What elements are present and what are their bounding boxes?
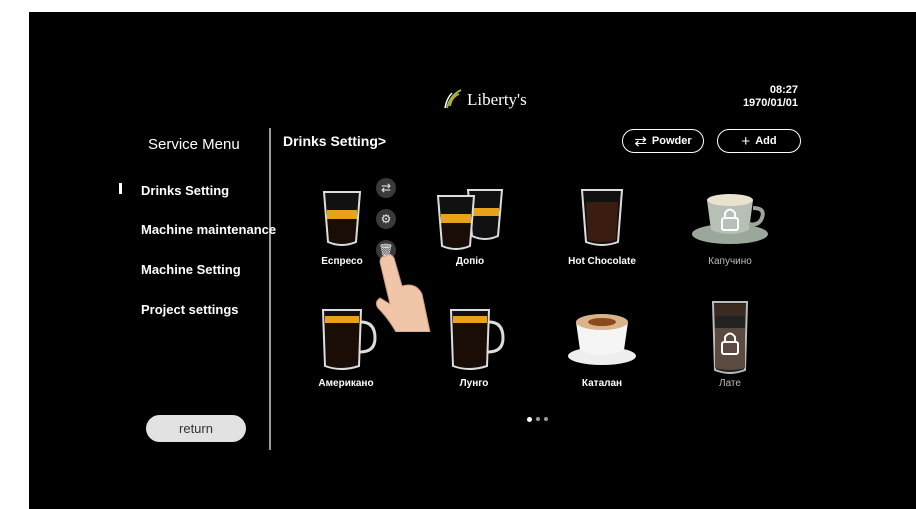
sidebar-title: Service Menu: [148, 136, 240, 153]
catalan-cup-icon: [568, 314, 636, 365]
return-button[interactable]: return: [146, 415, 246, 442]
latte-glass-locked-icon: [711, 301, 749, 374]
drink-tile-latte[interactable]: Лате: [680, 298, 780, 389]
page-dot-active[interactable]: [527, 417, 532, 422]
doppio-glasses-icon: [436, 189, 504, 250]
brand-name: Liberty's: [467, 90, 527, 109]
sidebar-divider: [269, 128, 271, 450]
drink-label: Hot Chocolate: [568, 256, 636, 267]
leaf-logo-icon: [444, 89, 462, 109]
drink-tile-hot-chocolate[interactable]: Hot Chocolate: [552, 186, 652, 267]
drink-label: Допіо: [455, 256, 485, 267]
powder-button[interactable]: ⇄ Powder: [622, 129, 704, 153]
sidebar-item-drinks-setting[interactable]: Drinks Setting: [141, 183, 229, 198]
page-dot[interactable]: [544, 417, 548, 421]
americano-mug-icon: [321, 309, 377, 370]
drink-label: Каталан: [581, 378, 623, 389]
drink-tile-doppio[interactable]: Допіо: [420, 186, 520, 267]
brand-logo: Liberty's: [443, 88, 527, 110]
plus-icon: +: [741, 132, 751, 150]
page-indicator[interactable]: [527, 417, 548, 422]
drink-tile-lungo[interactable]: Лунго: [424, 304, 524, 389]
add-label: Add: [755, 135, 777, 147]
espresso-glass-icon: [322, 191, 362, 246]
lungo-mug-icon: [449, 309, 505, 370]
sidebar-item-machine-maintenance[interactable]: Machine maintenance: [141, 222, 276, 237]
clock-time: 08:27: [769, 84, 798, 96]
powder-label: Powder: [651, 135, 692, 147]
sidebar-item-project-settings[interactable]: Project settings: [141, 302, 239, 317]
drink-tile-americano[interactable]: Американо: [296, 304, 396, 389]
drink-label: Лате: [719, 378, 741, 389]
add-button[interactable]: + Add: [717, 129, 801, 153]
page-dot[interactable]: [536, 417, 540, 421]
drink-tile-catalan[interactable]: Каталан: [552, 304, 652, 389]
hot-chocolate-glass-icon: [580, 189, 624, 246]
gear-icon[interactable]: ⚙: [376, 209, 396, 229]
drink-tile-cappuccino[interactable]: Капучино: [680, 186, 780, 267]
breadcrumb: Drinks Setting>: [283, 133, 387, 149]
swap-icon: ⇄: [634, 133, 647, 150]
reorder-icon[interactable]: ⇄: [376, 178, 396, 198]
drink-label: Лунго: [459, 378, 489, 389]
drink-label: Капучино: [708, 256, 752, 267]
drink-label: Американо: [318, 378, 374, 389]
sidebar-item-machine-setting[interactable]: Machine Setting: [141, 262, 241, 277]
clock: 08:27 1970/01/01: [743, 84, 798, 110]
cappuccino-cup-locked-icon: [692, 194, 768, 244]
clock-date: 1970/01/01: [742, 97, 798, 109]
active-marker: [119, 183, 122, 194]
